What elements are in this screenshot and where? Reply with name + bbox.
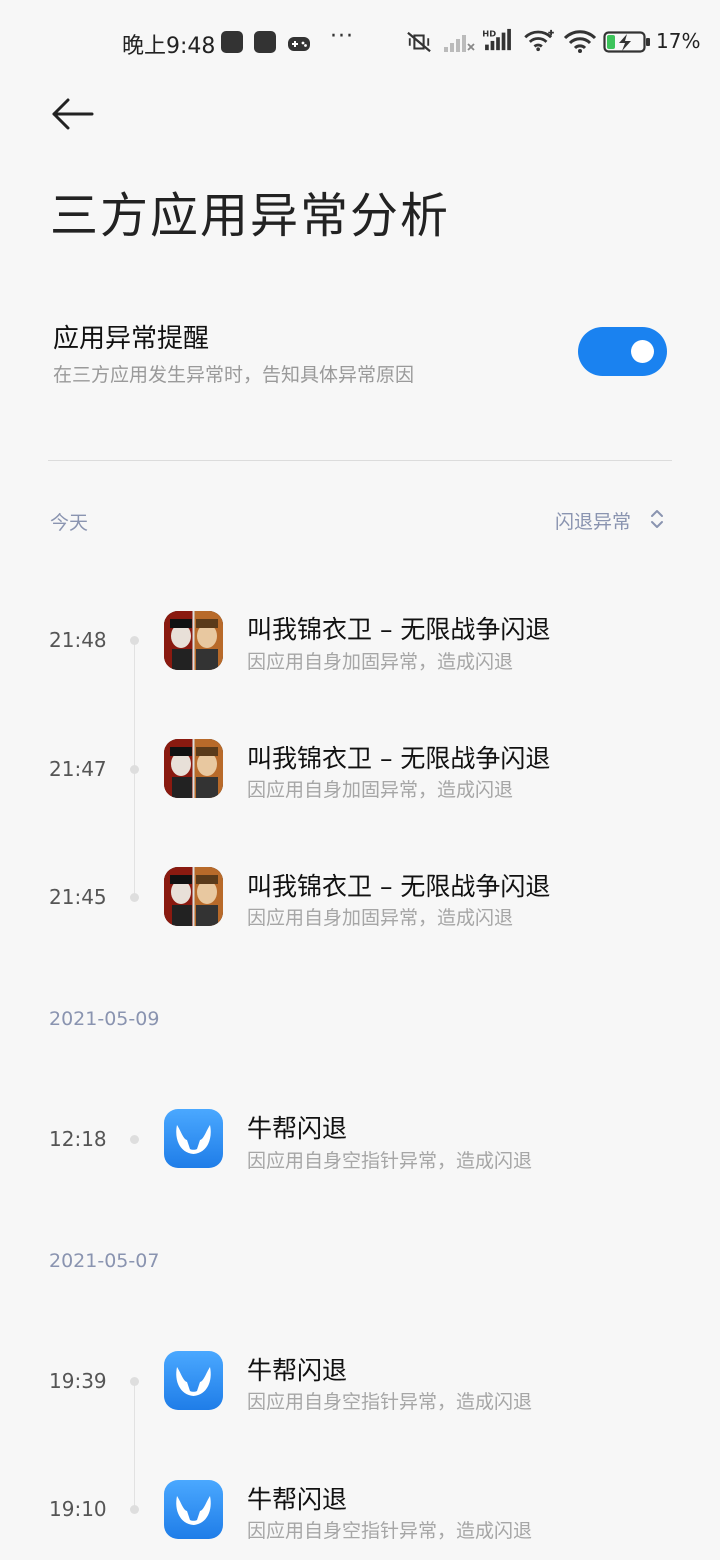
game-app-icon[interactable] (164, 739, 223, 798)
timeline-dot (130, 1505, 139, 1514)
mi-notification-icon (221, 31, 243, 53)
record-time: 21:48 (49, 628, 107, 652)
square-app-icon (254, 31, 276, 53)
setting-title: 应用异常提醒 (53, 324, 210, 354)
filter-dropdown[interactable]: 闪退异常 (555, 507, 631, 534)
battery-charging-icon (603, 31, 650, 53)
status-time: 晚上9:48 (122, 34, 216, 59)
setting-subtitle: 在三方应用发生异常时，告知具体异常原因 (53, 364, 415, 386)
more-dots-icon: ··· (330, 24, 354, 49)
record-time: 12:18 (49, 1127, 107, 1151)
record-title: 叫我锦衣卫 – 无限战争闪退 (247, 872, 551, 901)
updown-chevron-icon[interactable] (650, 509, 664, 529)
record-title: 叫我锦衣卫 – 无限战争闪退 (247, 744, 551, 773)
record-reason: 因应用自身空指针异常，造成闪退 (247, 1150, 533, 1172)
record-reason: 因应用自身加固异常，造成闪退 (247, 779, 514, 801)
hd-signal-icon: HD (482, 28, 511, 51)
battery-percent: 17% (656, 29, 701, 53)
divider (48, 460, 672, 461)
niubang-app-icon[interactable] (164, 1351, 223, 1410)
game-app-icon[interactable] (164, 611, 223, 670)
toggle-knob (631, 340, 654, 363)
record-reason: 因应用自身空指针异常，造成闪退 (247, 1391, 533, 1413)
svg-text:HD: HD (482, 28, 496, 38)
mute-vibrate-icon (407, 31, 431, 53)
date-header: 2021-05-09 (49, 1008, 160, 1030)
timeline-dot (130, 1377, 139, 1386)
record-time: 19:39 (49, 1369, 107, 1393)
today-label: 今天 (50, 512, 89, 534)
record-time: 19:10 (49, 1497, 107, 1521)
game-app-icon[interactable] (164, 867, 223, 926)
record-reason: 因应用自身加固异常，造成闪退 (247, 651, 514, 673)
page-title: 三方应用异常分析 (50, 188, 451, 244)
date-header: 2021-05-07 (49, 1250, 160, 1272)
record-title: 牛帮闪退 (247, 1356, 348, 1385)
timeline-dot (130, 636, 139, 645)
record-title: 叫我锦衣卫 – 无限战争闪退 (247, 615, 551, 644)
wifi-icon (524, 29, 554, 52)
niubang-app-icon[interactable] (164, 1109, 223, 1168)
timeline-dot (130, 765, 139, 774)
back-arrow-icon[interactable] (50, 96, 96, 132)
record-time: 21:45 (49, 885, 107, 909)
gamepad-icon (288, 37, 310, 51)
record-title: 牛帮闪退 (247, 1114, 348, 1143)
timeline-line (134, 1381, 135, 1510)
record-reason: 因应用自身空指针异常，造成闪退 (247, 1520, 533, 1542)
timeline-dot (130, 893, 139, 902)
niubang-app-icon[interactable] (164, 1480, 223, 1539)
abnormal-reminder-toggle[interactable] (578, 327, 667, 376)
timeline-dot (130, 1135, 139, 1144)
record-reason: 因应用自身加固异常，造成闪退 (247, 907, 514, 929)
record-title: 牛帮闪退 (247, 1485, 348, 1514)
wifi-icon (563, 30, 597, 53)
record-time: 21:47 (49, 757, 107, 781)
signal-weak-icon (444, 35, 475, 52)
status-bar: 晚上9:48 ··· HD 17% (0, 0, 720, 84)
